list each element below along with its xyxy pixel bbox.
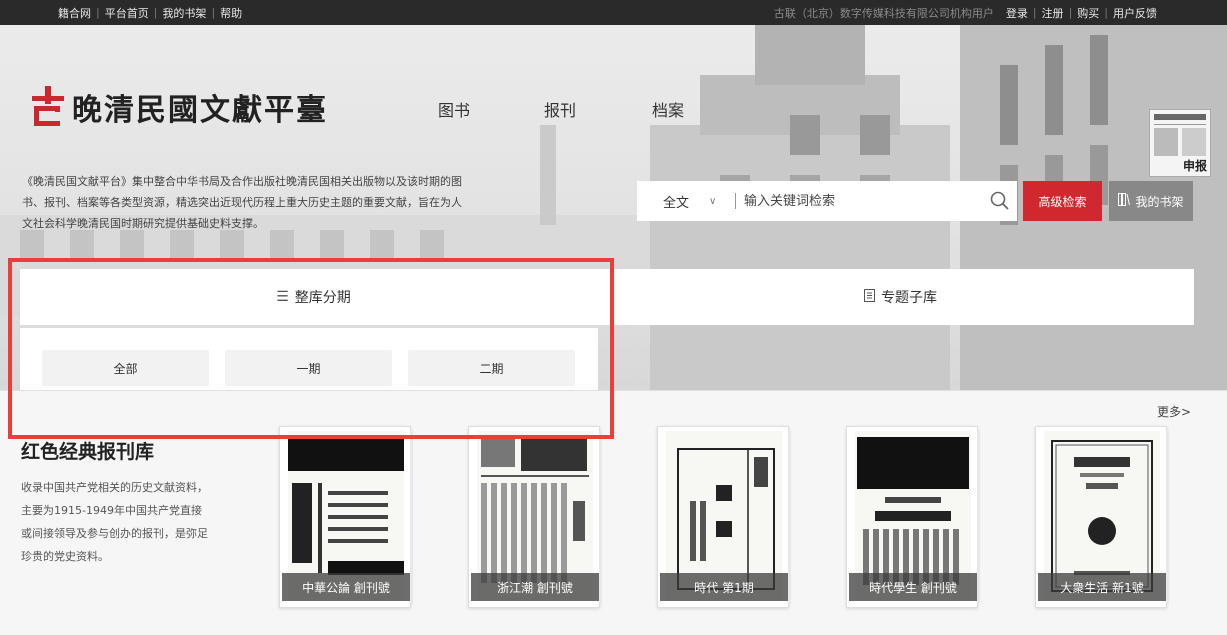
periodical-card[interactable]: 時代學生 創刊號: [846, 426, 980, 608]
platform-description: 《晚清民国文献平台》集中整合中华书局及合作出版社晚清民国相关出版物以及该时期的图…: [22, 175, 462, 230]
newspaper-thumbnail-title: 申报: [1182, 159, 1207, 173]
logo-mark-icon: [32, 86, 64, 126]
section-description: 收录中国共产党相关的历史文献资料，主要为1915-1949年中国共产党直接或间接…: [21, 481, 208, 563]
page-edge: [599, 431, 602, 603]
card-title: 中華公論 創刊號: [282, 573, 410, 601]
page-edge: [977, 431, 980, 603]
bookshelf-icon: [1118, 193, 1131, 209]
link-help[interactable]: 帮助: [220, 5, 242, 21]
page-edge: [1166, 431, 1169, 603]
tab-label: 整库分期: [294, 290, 351, 306]
tab-thematic-sublibraries[interactable]: 专题子库: [607, 269, 1194, 325]
site-title: 晚清民國文獻平臺: [72, 93, 328, 128]
separator: |: [153, 6, 158, 19]
separator: |: [1104, 6, 1108, 19]
newspaper-thumbnail-image: [1154, 114, 1206, 156]
period-two-button[interactable]: 二期: [408, 350, 575, 386]
my-bookshelf-button[interactable]: 我的书架: [1109, 181, 1193, 221]
card-title: 時代學生 創刊號: [849, 573, 977, 601]
link-feedback[interactable]: 用户反馈: [1113, 5, 1157, 21]
nav-periodicals[interactable]: 报刊: [544, 97, 576, 121]
link-register[interactable]: 注册: [1042, 5, 1064, 21]
nav-books[interactable]: 图书: [438, 97, 470, 121]
tab-label: 专题子库: [881, 290, 937, 306]
search-bar: 全文 ∨: [637, 181, 1017, 221]
periodical-card[interactable]: 浙江潮 創刊號: [468, 426, 602, 608]
library-tabs: ☰ 整库分期 专题子库: [20, 269, 1194, 325]
search-input[interactable]: [736, 182, 983, 220]
card-title: 時代 第1期: [660, 573, 788, 601]
card-title: 浙江潮 創刊號: [471, 573, 599, 601]
my-bookshelf-label: 我的书架: [1135, 194, 1184, 209]
card-title: 大衆生活 新1號: [1038, 573, 1166, 601]
period-one-button[interactable]: 一期: [225, 350, 392, 386]
nav-archives[interactable]: 档案: [652, 97, 684, 121]
search-icon[interactable]: [983, 182, 1017, 220]
link-buy[interactable]: 购买: [1077, 5, 1099, 21]
separator: |: [1032, 6, 1037, 19]
menu-icon: ☰: [276, 289, 289, 305]
separator: |: [96, 6, 100, 19]
site-logo[interactable]: 晚清民國文獻平臺: [30, 85, 328, 129]
advanced-search-button[interactable]: 高级检索: [1023, 181, 1102, 221]
page-edge: [788, 431, 791, 603]
tab-full-library-periods[interactable]: ☰ 整库分期: [20, 269, 607, 325]
periodical-card[interactable]: 中華公論 創刊號: [279, 426, 413, 608]
link-login[interactable]: 登录: [1006, 5, 1028, 21]
separator: |: [211, 6, 216, 19]
link-jihe[interactable]: 籍合网: [58, 5, 91, 21]
top-bar-left-links: 籍合网 | 平台首页 | 我的书架 | 帮助: [58, 0, 242, 25]
page-edge: [410, 431, 413, 603]
separator: |: [1068, 6, 1073, 19]
top-bar: 籍合网 | 平台首页 | 我的书架 | 帮助 古联（北京）数字传媒科技有限公司机…: [0, 0, 1227, 25]
more-link[interactable]: 更多>: [1157, 403, 1191, 420]
link-my-shelf[interactable]: 我的书架: [162, 5, 206, 21]
org-user-text: 古联（北京）数字传媒科技有限公司机构用户: [773, 6, 994, 20]
chevron-down-icon: ∨: [709, 195, 717, 207]
document-icon: [864, 288, 875, 306]
period-all-button[interactable]: 全部: [42, 350, 209, 386]
search-scope-select[interactable]: 全文 ∨: [637, 192, 735, 211]
link-platform-home[interactable]: 平台首页: [105, 5, 149, 21]
section-title: 红色经典报刊库: [21, 441, 155, 463]
newspaper-thumbnail[interactable]: 申报: [1149, 109, 1211, 177]
search-scope-value: 全文: [663, 195, 690, 211]
top-bar-right: 古联（北京）数字传媒科技有限公司机构用户 登录 | 注册 | 购买 | 用户反馈: [774, 0, 1157, 25]
periodical-card[interactable]: 時代 第1期: [657, 426, 791, 608]
periodical-card[interactable]: 大衆生活 新1號: [1035, 426, 1169, 608]
